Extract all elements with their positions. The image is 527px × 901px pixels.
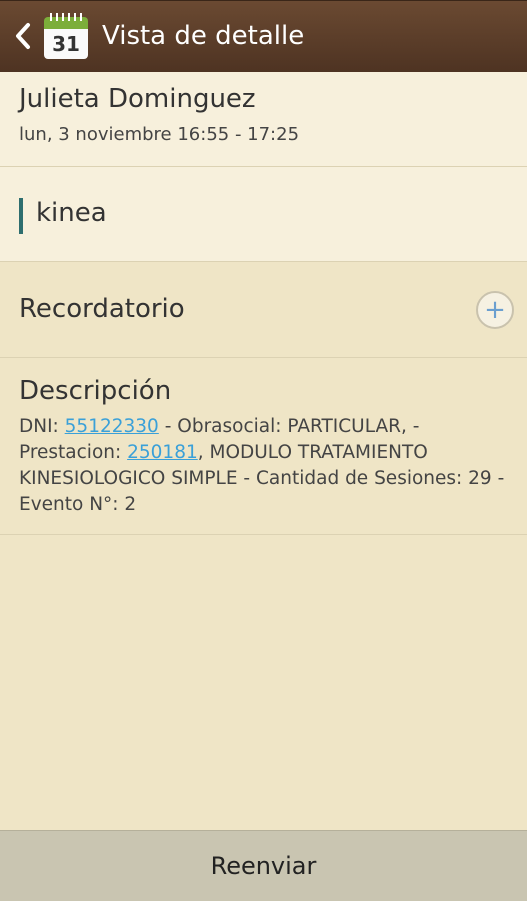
description-section: Descripción DNI: 55122330 - Obrasocial: …	[0, 358, 527, 535]
dni-link[interactable]: 55122330	[65, 416, 159, 437]
reminder-label: Recordatorio	[19, 294, 185, 324]
calendar-name: kinea	[36, 198, 107, 228]
page-title: Vista de detalle	[102, 21, 305, 51]
resend-button[interactable]: Reenviar	[0, 830, 527, 901]
reminder-row: Recordatorio +	[0, 262, 527, 358]
back-button[interactable]	[12, 16, 34, 56]
event-header: Julieta Dominguez lun, 3 noviembre 16:55…	[0, 72, 527, 167]
calendar-day-number: 31	[44, 29, 88, 59]
calendar-app-icon[interactable]: 31	[44, 13, 88, 59]
dni-prefix: DNI:	[19, 416, 65, 437]
calendar-row: kinea	[0, 167, 527, 262]
add-reminder-button[interactable]: +	[476, 291, 514, 329]
action-bar: 31 Vista de detalle	[0, 0, 527, 72]
resend-label: Reenviar	[210, 852, 317, 880]
event-datetime: lun, 3 noviembre 16:55 - 17:25	[19, 124, 300, 145]
event-title: Julieta Dominguez	[19, 84, 256, 114]
description-label: Descripción	[19, 376, 172, 406]
prestacion-link[interactable]: 250181	[127, 442, 198, 463]
calendar-color-bar	[19, 198, 23, 234]
back-arrow-icon	[16, 23, 30, 49]
description-text: DNI: 55122330 - Obrasocial: PARTICULAR, …	[19, 414, 509, 518]
plus-icon: +	[484, 295, 506, 325]
